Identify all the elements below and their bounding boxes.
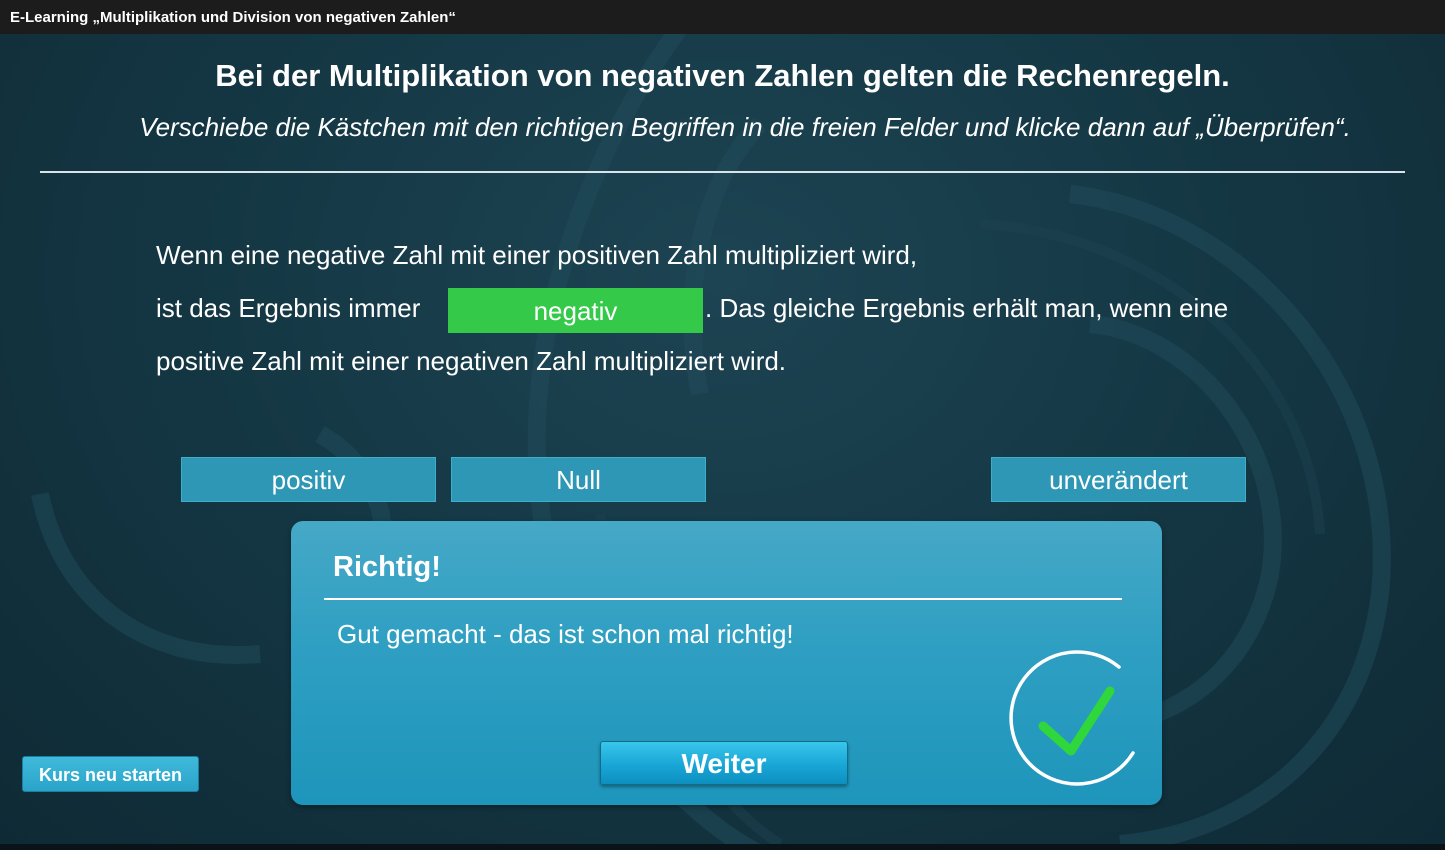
sentence-line-3: positive Zahl mit einer negativen Zahl m…: [156, 346, 787, 376]
drag-chip-null[interactable]: Null: [451, 457, 706, 502]
checkmark-circle-icon: [1009, 650, 1135, 786]
drag-chip-unveraendert[interactable]: unverändert: [991, 457, 1246, 502]
task-instruction: Verschiebe die Kästchen mit den richtige…: [139, 112, 1351, 142]
lesson-stage: Bei der Multiplikation von negativen Zah…: [0, 34, 1445, 844]
sentence-line-2: ist das Ergebnis immer: [156, 293, 420, 324]
bottom-border: [0, 844, 1445, 850]
sentence-line-2-end: . Das gleiche Ergebnis erhält man, wenn …: [705, 293, 1229, 323]
app-window: E-Learning „Multiplikation und Division …: [0, 0, 1445, 850]
drag-chip-positiv[interactable]: positiv: [181, 457, 436, 502]
task-heading: Bei der Multiplikation von negativen Zah…: [215, 58, 1230, 93]
feedback-divider: [324, 598, 1122, 600]
header-divider: [40, 171, 1405, 173]
feedback-message: Gut gemacht - das ist schon mal richtig!: [337, 619, 794, 649]
restart-course-button[interactable]: Kurs neu starten: [22, 756, 199, 792]
weiter-button[interactable]: Weiter: [600, 741, 848, 785]
feedback-dialog: Richtig! Gut gemacht - das ist schon mal…: [291, 521, 1162, 805]
window-title: E-Learning „Multiplikation und Division …: [0, 0, 1445, 34]
drop-slot-filled[interactable]: negativ: [448, 288, 703, 333]
sentence-line-2-start: ist das Ergebnis immer: [156, 293, 421, 323]
feedback-title: Richtig!: [333, 551, 441, 583]
sentence-line-1: Wenn eine negative Zahl mit einer positi…: [156, 240, 918, 270]
